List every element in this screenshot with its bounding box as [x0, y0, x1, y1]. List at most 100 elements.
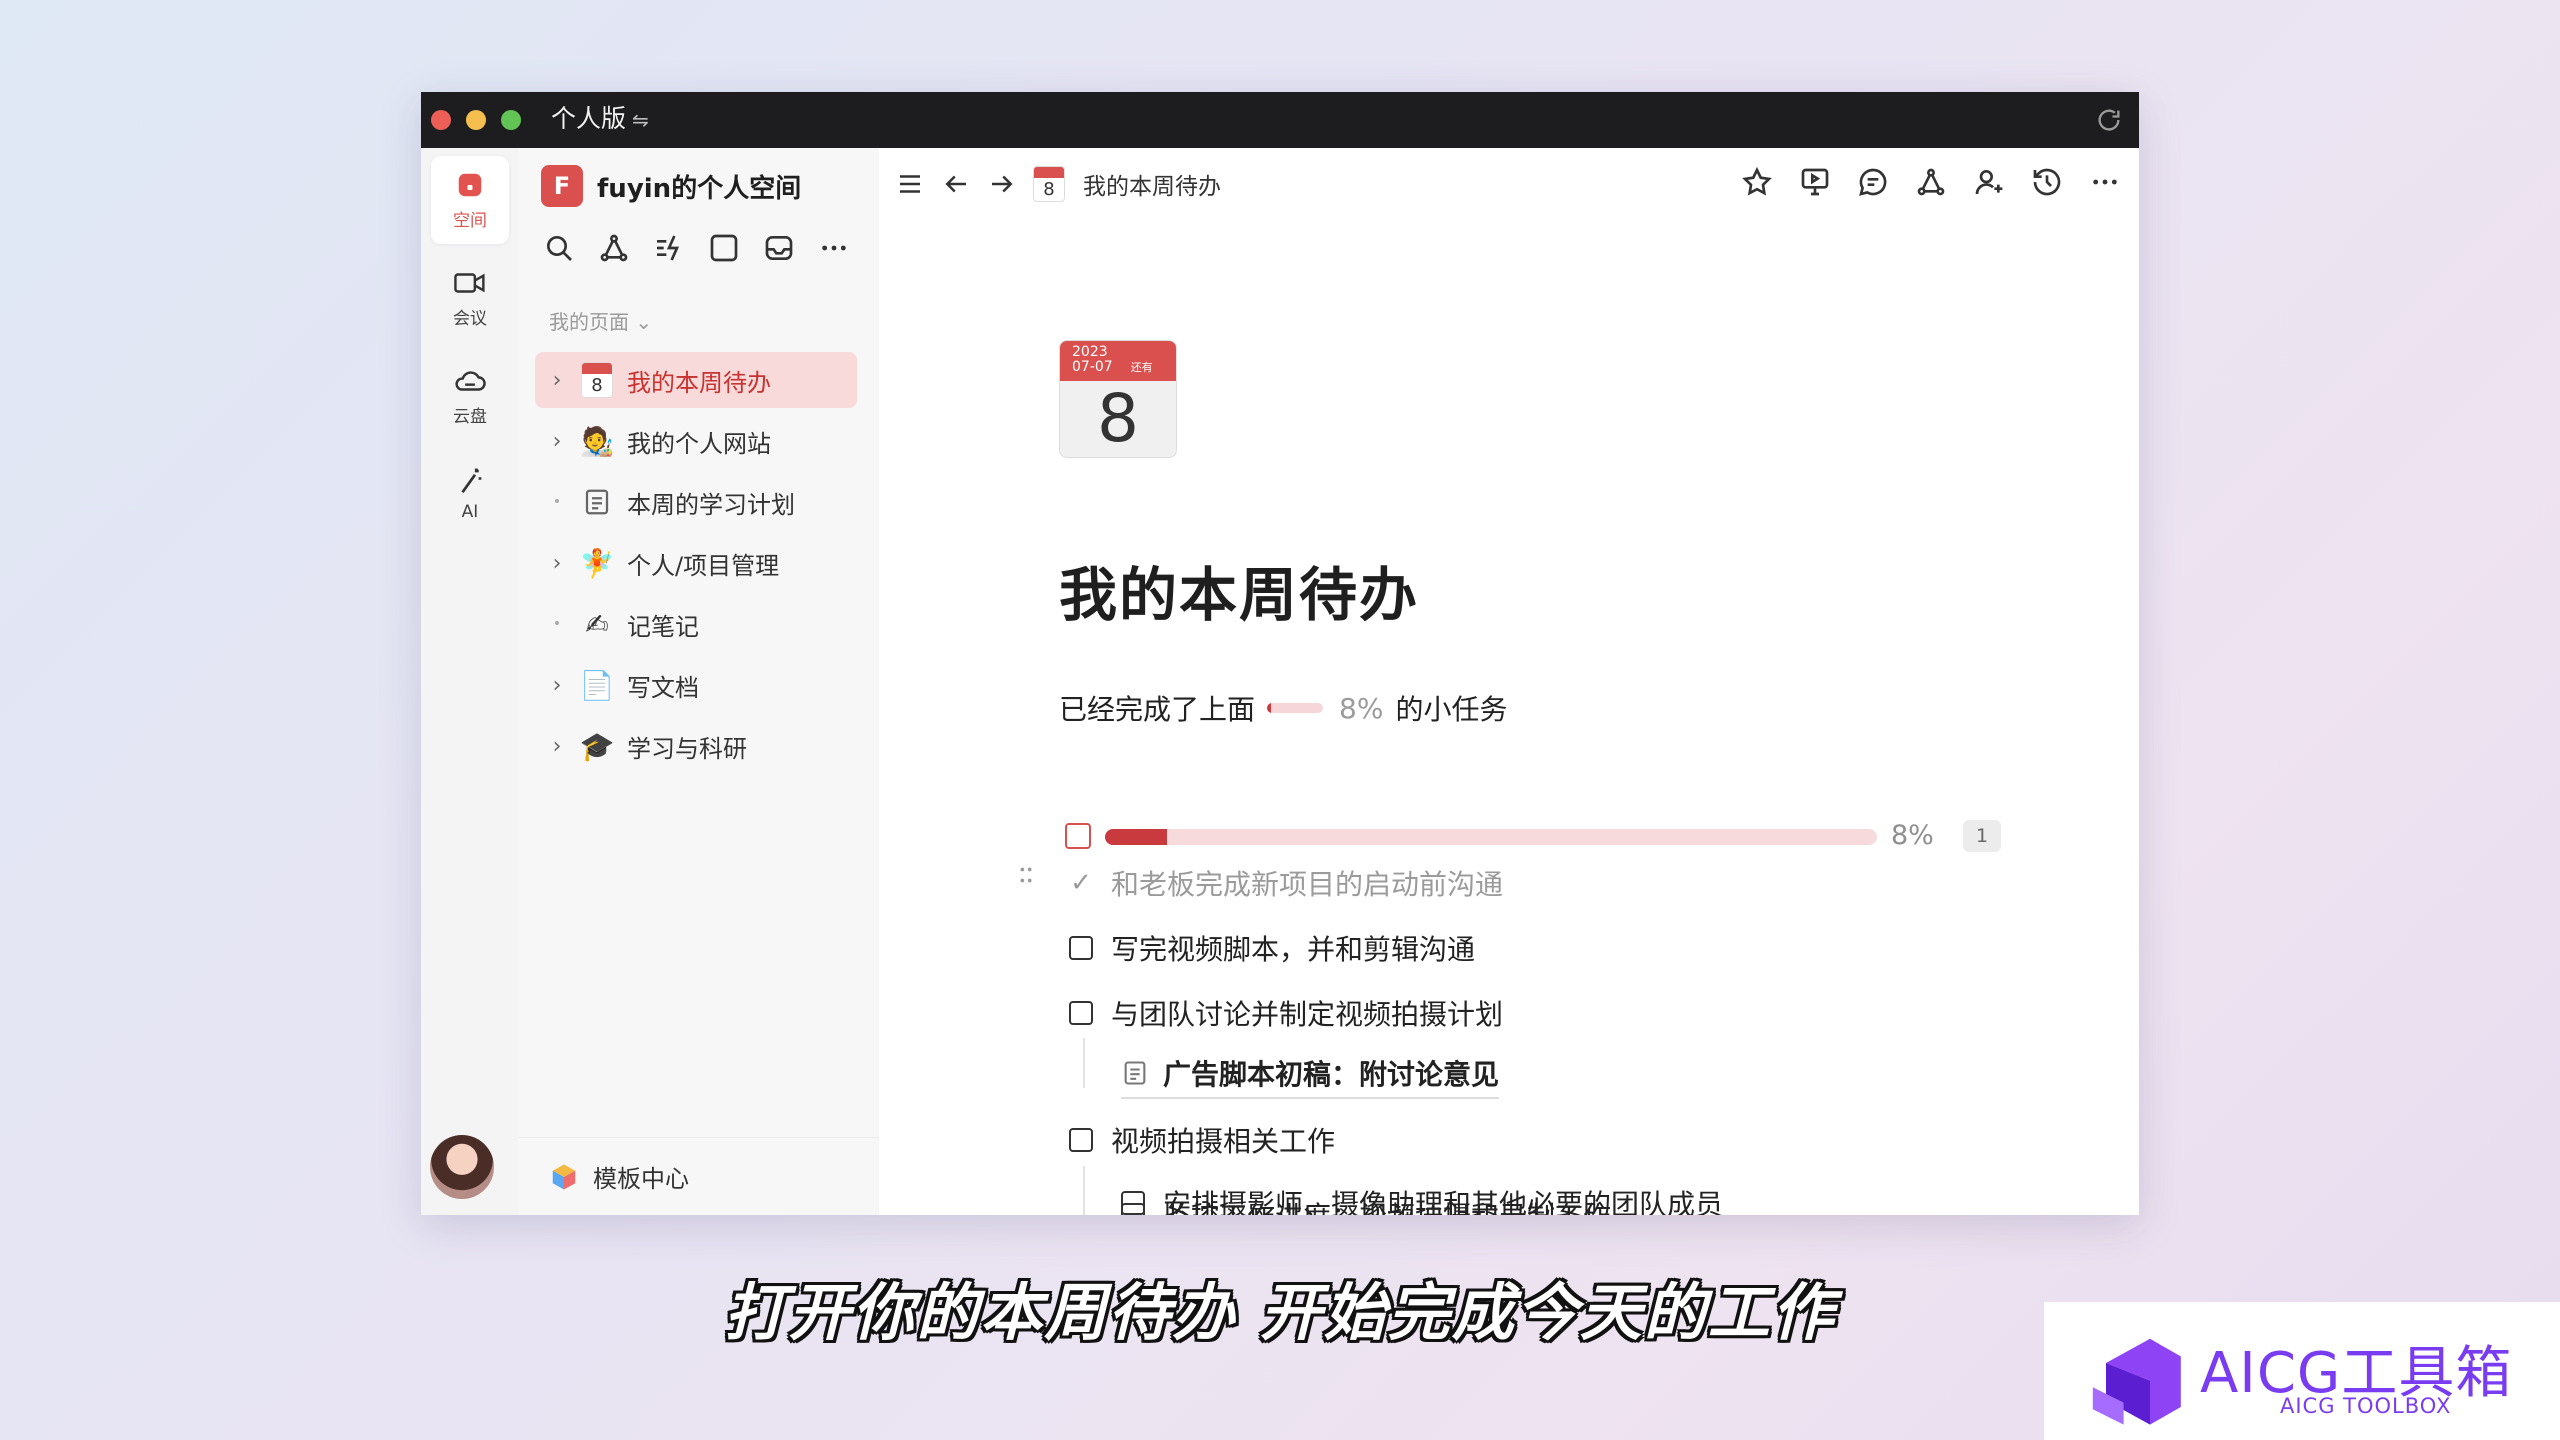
sidebar-item-label: 我的本周待办	[627, 368, 771, 397]
inline-progress-bar	[1267, 703, 1324, 713]
task-item[interactable]: 视频拍摄相关工作	[1069, 1120, 1335, 1160]
close-window-button[interactable]	[431, 110, 451, 130]
forward-arrow-icon[interactable]	[987, 169, 1017, 199]
progress-checkbox-icon[interactable]	[1065, 823, 1091, 849]
history-icon[interactable]	[2031, 166, 2063, 198]
checkmark-icon[interactable]: ✓	[1069, 868, 1093, 898]
page-calendar-cover[interactable]: 2023 07-07 还有 8	[1059, 340, 1177, 458]
search-icon[interactable]	[543, 232, 575, 264]
zoom-window-button[interactable]	[501, 110, 521, 130]
more-icon[interactable]	[818, 232, 850, 264]
inbox-icon[interactable]	[763, 232, 795, 264]
sidebar-toolbar	[543, 232, 850, 264]
task-text: 安排摄影师、摄像助理和其他必要的团队成员	[1163, 1188, 1724, 1215]
doc-link[interactable]: 广告脚本初稿：附讨论意见	[1121, 1053, 1500, 1099]
add-user-icon[interactable]	[1973, 166, 2005, 198]
document-icon	[577, 482, 617, 522]
workspace-badge: F	[541, 165, 583, 207]
task-item[interactable]: 与团队讨论并制定视频拍摄计划	[1069, 993, 1503, 1033]
nest-guide	[1083, 1038, 1085, 1088]
menu-icon[interactable]	[895, 169, 925, 199]
template-center-button[interactable]: 模板中心	[519, 1137, 879, 1215]
task-done-count: 1	[1963, 820, 2001, 852]
sidebar-item-notes[interactable]: • ✍ 记笔记	[535, 596, 857, 652]
user-avatar[interactable]	[430, 1135, 494, 1199]
breadcrumb-calendar-icon: 8	[1033, 166, 1065, 202]
sidebar-item-study-plan[interactable]: • 本周的学习计划	[535, 474, 857, 530]
graph-icon[interactable]	[598, 232, 630, 264]
comment-icon[interactable]	[1857, 166, 1889, 198]
progress-suffix: 的小任务	[1395, 693, 1508, 726]
sidebar-item-personal-site[interactable]: › 🧑‍🎨 我的个人网站	[535, 413, 857, 469]
sidebar-item-docs[interactable]: › 📄 写文档	[535, 657, 857, 713]
cube-icon	[552, 1164, 576, 1189]
sync-icon[interactable]	[2095, 106, 2123, 134]
sidebar-item-project-mgmt[interactable]: › 🧚 个人/项目管理	[535, 535, 857, 591]
star-icon[interactable]	[1741, 166, 1773, 198]
more-icon[interactable]	[2089, 166, 2121, 198]
watermark-subtitle: AICG TOOLBOX	[2280, 1394, 2452, 1418]
frame-icon[interactable]	[708, 232, 740, 264]
task-checkbox[interactable]	[1069, 1128, 1093, 1152]
workspace-name: fuyin的个人空间	[597, 173, 802, 204]
workspace-header[interactable]: F fuyin的个人空间	[541, 164, 801, 208]
chevron-right-icon[interactable]: ›	[545, 673, 569, 698]
task-progress-block: 8% 1	[1059, 818, 2019, 854]
cover-day: 8	[1097, 380, 1139, 457]
sidebar-item-label: 记笔记	[627, 612, 699, 641]
cover-date: 07-07	[1072, 359, 1113, 375]
task-item[interactable]: 写完视频脚本，并和剪辑沟通	[1069, 928, 1475, 968]
switch-icon: ⇋	[632, 108, 649, 132]
aicg-logo-icon	[2092, 1338, 2181, 1425]
progress-summary: 已经完成了上面 8% 的小任务	[1059, 688, 1507, 728]
sidebar-item-weekly-todo[interactable]: › 8 我的本周待办	[535, 352, 857, 408]
minimize-window-button[interactable]	[466, 110, 486, 130]
chevron-right-icon[interactable]: ›	[545, 551, 569, 576]
task-text: 写完视频脚本，并和剪辑沟通	[1111, 933, 1476, 966]
document-icon	[1124, 1061, 1146, 1085]
task-text: 与团队讨论并制定视频拍摄计划	[1111, 998, 1504, 1031]
rail-label: 会议	[453, 308, 487, 329]
present-icon[interactable]	[1799, 166, 1831, 198]
chevron-right-icon[interactable]: ›	[545, 734, 569, 759]
sidebar-item-label: 个人/项目管理	[627, 551, 780, 580]
task-checkbox[interactable]	[1121, 1191, 1145, 1215]
section-my-pages[interactable]: 我的页面 ⌄	[549, 306, 652, 335]
task-item[interactable]: 安排摄影师、摄像助理和其他必要的团队成员	[1121, 1183, 1723, 1215]
task-checkbox[interactable]	[1069, 1001, 1093, 1025]
section-label: 我的页面	[549, 310, 629, 334]
bullet-dot: •	[552, 616, 562, 632]
quick-action-icon[interactable]	[653, 232, 685, 264]
writing-hand-icon: ✍	[585, 607, 609, 641]
main-content: 8 我的本周待办 2023 07-07 还有 8 我的本周待办 已经完成了上面	[879, 148, 2139, 1215]
top-bar: 8 我的本周待办	[879, 148, 2139, 218]
sidebar: F fuyin的个人空间 我的页面 ⌄ › 8 我的本周待办 ›	[519, 148, 879, 1215]
task-item[interactable]: ✓ 和老板完成新项目的启动前沟通	[1069, 863, 1503, 903]
page-title[interactable]: 我的本周待办	[1059, 548, 1419, 632]
page-tree: › 8 我的本周待办 › 🧑‍🎨 我的个人网站 • 本周的学习计划 ›	[535, 352, 857, 779]
magic-wand-icon	[461, 468, 482, 494]
rail-item-space[interactable]: 空间	[431, 156, 509, 244]
rail-label: 云盘	[453, 406, 487, 427]
task-checkbox[interactable]	[1069, 936, 1093, 960]
rail-item-cloud[interactable]: 云盘	[431, 352, 509, 440]
rail-item-meeting[interactable]: 会议	[431, 254, 509, 342]
chevron-down-icon: ⌄	[635, 310, 653, 334]
breadcrumb-title[interactable]: 我的本周待办	[1083, 167, 1221, 201]
sidebar-item-research[interactable]: › 🎓 学习与科研	[535, 718, 857, 774]
chevron-right-icon[interactable]: ›	[545, 368, 569, 393]
graph-icon[interactable]	[1915, 166, 1947, 198]
task-progress-pct: 8%	[1891, 820, 1934, 851]
fairy-emoji-icon: 🧚	[579, 546, 615, 580]
title-bar: 个人版 ⇋	[421, 92, 2139, 148]
sidebar-item-label: 我的个人网站	[627, 429, 771, 458]
rail-item-ai[interactable]: AI	[431, 450, 509, 538]
space-icon	[458, 173, 482, 196]
chevron-right-icon[interactable]: ›	[545, 429, 569, 454]
cover-tag: 还有	[1130, 361, 1153, 374]
space-switcher[interactable]: 个人版 ⇋	[551, 102, 649, 137]
task-text: 和老板完成新项目的启动前沟通	[1111, 868, 1504, 901]
sidebar-item-label: 本周的学习计划	[627, 490, 795, 519]
drag-handle-icon[interactable]	[1015, 864, 1037, 886]
back-arrow-icon[interactable]	[941, 169, 971, 199]
